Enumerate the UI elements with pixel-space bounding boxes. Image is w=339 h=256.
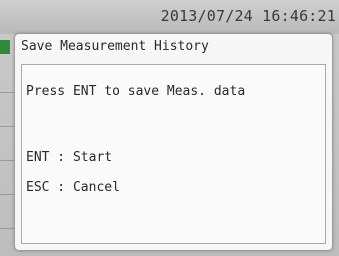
ent-start-hint: ENT : Start <box>26 150 113 165</box>
background-divider <box>0 228 14 229</box>
datetime-display: 2013/07/24 16:46:21 <box>160 7 336 25</box>
status-bar: 2013/07/24 16:46:21 <box>0 0 339 34</box>
background-divider <box>0 126 14 127</box>
esc-cancel-hint: ESC : Cancel <box>26 180 120 195</box>
dialog-title: Save Measurement History <box>21 39 209 54</box>
dialog-message: Press ENT to save Meas. data <box>26 84 246 99</box>
background-divider <box>0 194 14 195</box>
device-screen: 2013/07/24 16:46:21 Save Measurement His… <box>0 0 339 256</box>
background-divider <box>0 92 14 93</box>
background-divider <box>0 160 14 161</box>
save-history-dialog: Save Measurement History Press ENT to sa… <box>14 33 333 251</box>
dialog-message-panel: Press ENT to save Meas. data ENT : Start… <box>21 64 326 244</box>
status-indicator <box>0 40 10 54</box>
